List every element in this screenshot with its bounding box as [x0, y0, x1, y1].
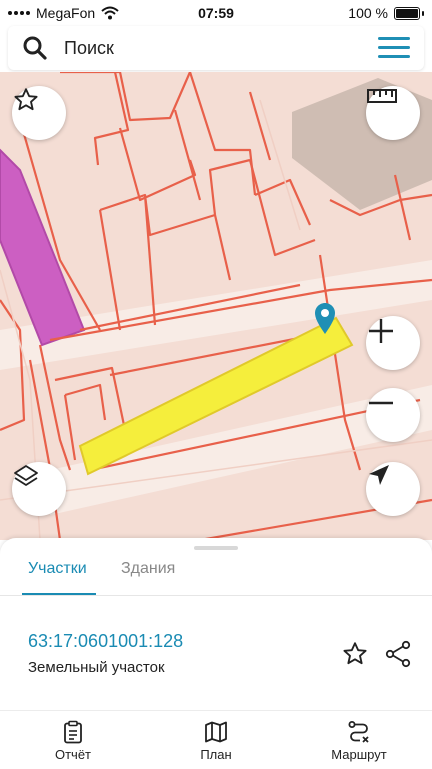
layers-button[interactable]	[12, 462, 66, 516]
battery-cap	[422, 10, 424, 16]
bottom-navigation: Отчёт План Маршрут	[0, 710, 432, 769]
layers-icon	[14, 465, 38, 486]
battery-percent: 100 %	[348, 5, 388, 21]
route-icon	[348, 721, 369, 743]
cadastral-number-link[interactable]: 63:17:0601001:128	[28, 631, 183, 652]
parcel-sheet: Участки Здания 63:17:0601001:128 Земельн…	[0, 538, 432, 710]
tab-divider	[0, 595, 432, 596]
ruler-button[interactable]	[366, 86, 420, 140]
add-favorite-button[interactable]	[341, 640, 369, 668]
clipboard-icon	[64, 720, 82, 744]
nav-report[interactable]: Отчёт	[18, 711, 128, 769]
menu-icon[interactable]	[378, 37, 410, 59]
nav-route-label: Маршрут	[331, 747, 387, 762]
map-view[interactable]	[0, 72, 432, 540]
status-bar: MegaFon 07:59 100 %	[0, 0, 432, 26]
nav-route[interactable]: Маршрут	[304, 711, 414, 769]
parcel-type: Земельный участок	[28, 659, 165, 676]
nav-plan-label: План	[200, 747, 232, 762]
share-icon	[385, 640, 411, 668]
sheet-grabber[interactable]	[194, 546, 238, 550]
minus-icon	[369, 401, 393, 405]
tab-parcels[interactable]: Участки	[28, 560, 87, 578]
zoom-out-button[interactable]	[366, 388, 420, 442]
favorite-button[interactable]	[12, 86, 66, 140]
map-icon	[205, 721, 227, 743]
search-icon[interactable]	[22, 35, 48, 61]
search-bar[interactable]: Поиск	[8, 26, 424, 70]
status-right: 100 %	[348, 5, 424, 21]
locate-button[interactable]	[366, 462, 420, 516]
navigation-arrow-icon	[369, 465, 389, 485]
ruler-icon	[367, 89, 397, 103]
nav-plan[interactable]: План	[161, 711, 271, 769]
battery-icon	[394, 6, 420, 20]
nav-report-label: Отчёт	[54, 747, 92, 762]
star-icon	[14, 88, 38, 111]
star-icon	[343, 642, 367, 665]
tab-buildings[interactable]: Здания	[121, 560, 175, 578]
search-input[interactable]: Поиск	[64, 38, 114, 59]
share-button[interactable]	[384, 640, 412, 668]
plus-icon	[369, 319, 393, 343]
zoom-in-button[interactable]	[366, 316, 420, 370]
